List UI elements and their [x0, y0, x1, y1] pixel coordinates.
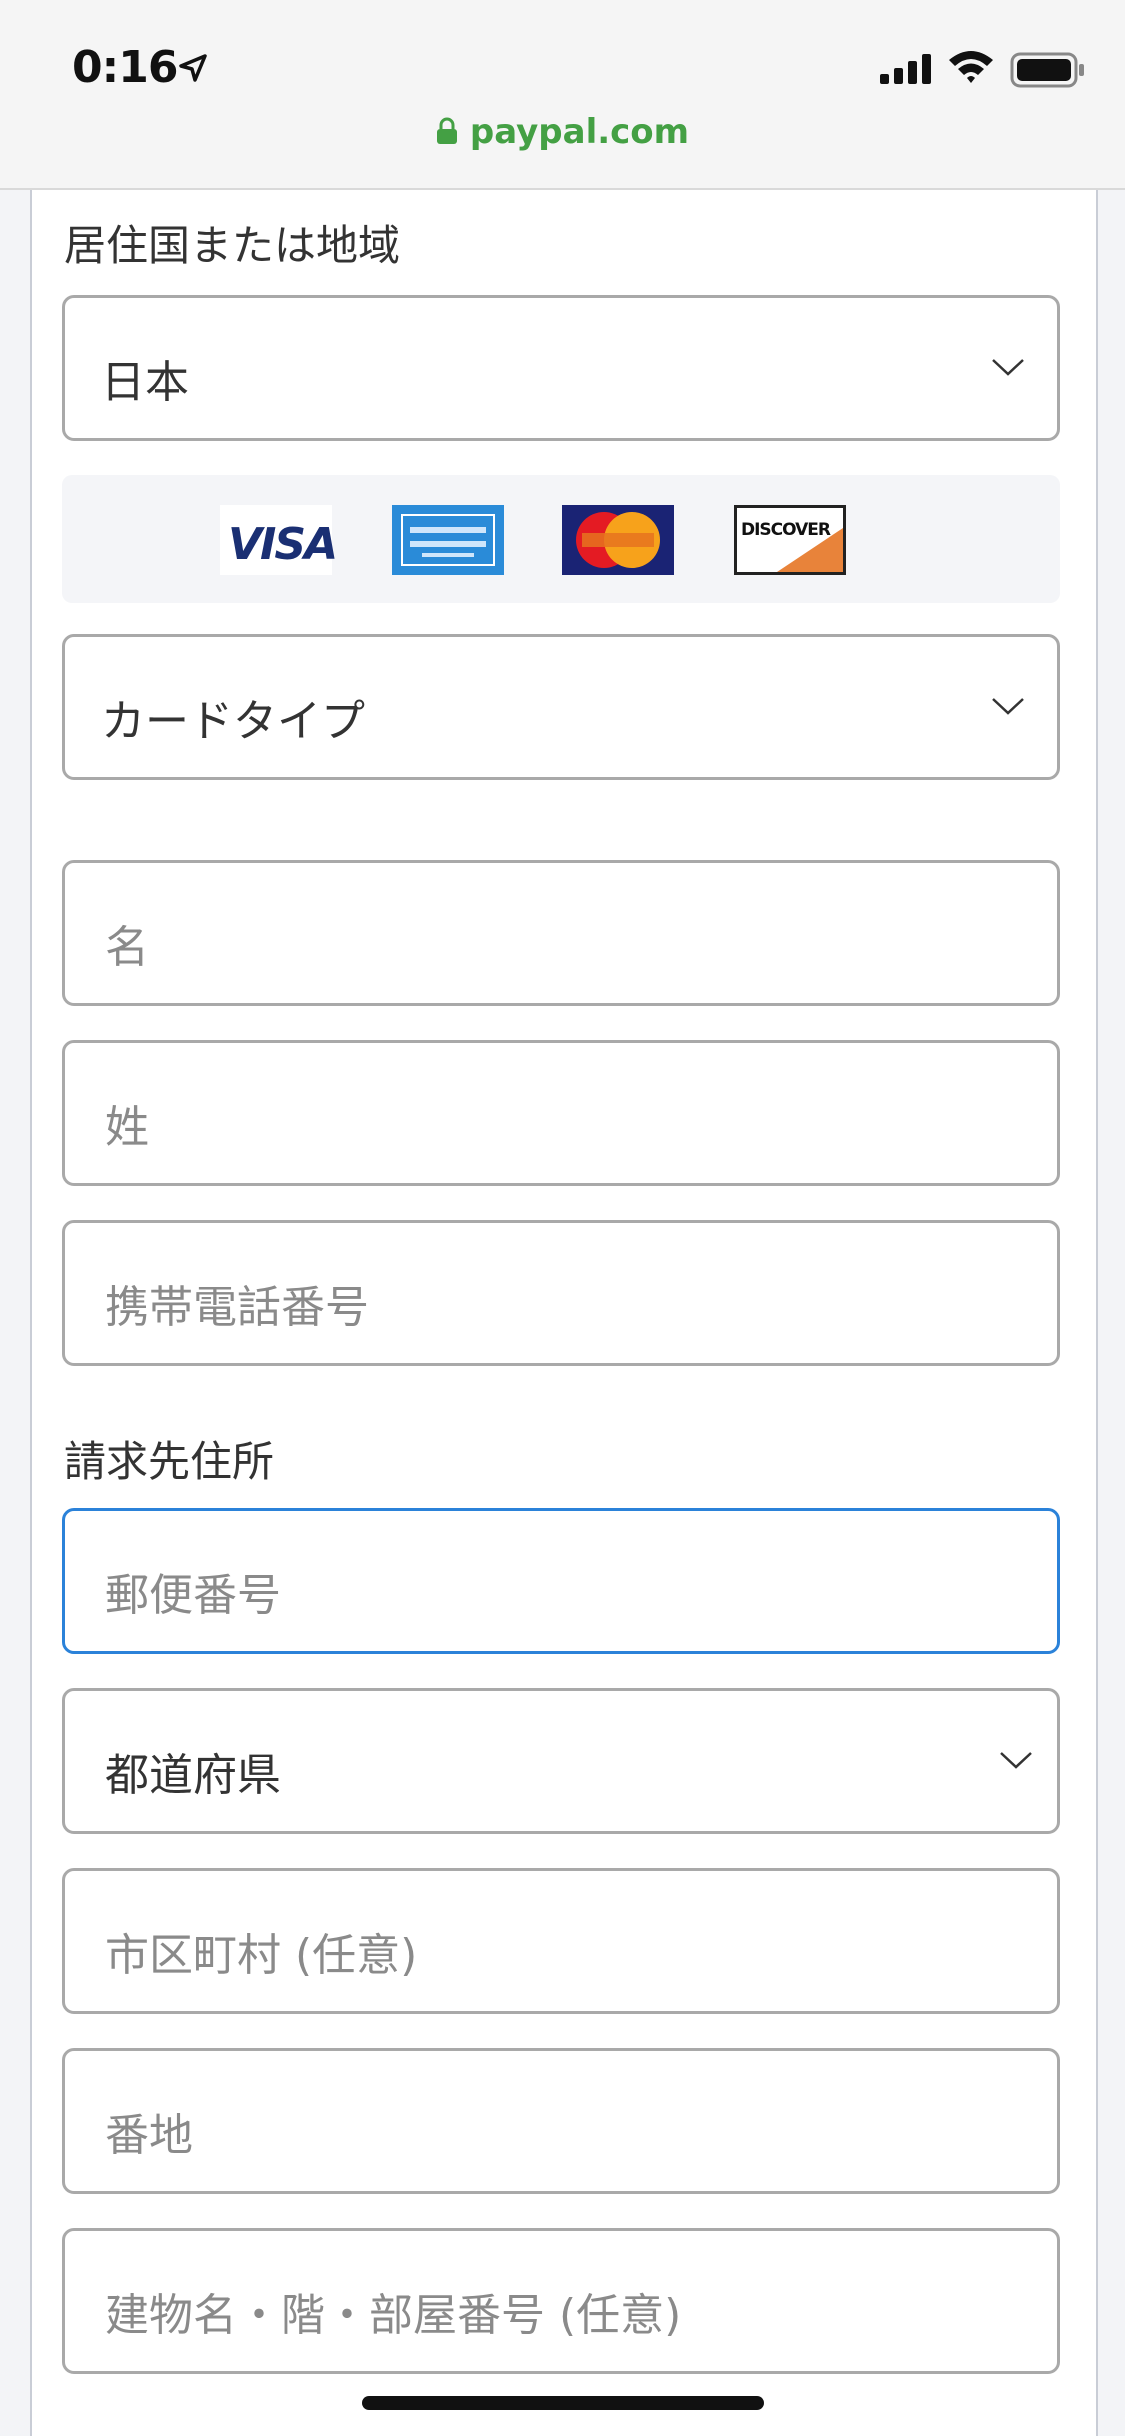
location-arrow-icon [179, 54, 207, 82]
cellular-signal-icon [880, 54, 931, 84]
mastercard-logo [562, 505, 674, 575]
wifi-icon [949, 51, 993, 83]
accepted-cards-strip: VISA DISCOVER [62, 475, 1060, 603]
visa-logo: VISA [220, 505, 338, 575]
battery-icon [1010, 52, 1084, 88]
status-bar: 0:16 paypal.com [0, 0, 1125, 190]
card-type-select[interactable]: カードタイプ [62, 634, 1060, 780]
first-name-field[interactable]: 名 [62, 860, 1060, 1006]
postal-code-field[interactable]: 郵便番号 [62, 1508, 1060, 1654]
mobile-phone-placeholder: 携帯電話番号 [105, 1282, 369, 1333]
prefecture-select[interactable]: 都道府県 [62, 1688, 1060, 1834]
building-field[interactable]: 建物名・階・部屋番号 (任意) [62, 2228, 1060, 2374]
first-name-placeholder: 名 [105, 922, 149, 973]
lock-icon [436, 117, 457, 144]
card-type-select-value: カードタイプ [101, 696, 365, 747]
street-address-field[interactable]: 番地 [62, 2048, 1060, 2194]
mobile-phone-field[interactable]: 携帯電話番号 [62, 1220, 1060, 1366]
building-placeholder: 建物名・階・部屋番号 (任意) [105, 2290, 682, 2341]
address-bar[interactable]: paypal.com [0, 112, 1125, 152]
city-placeholder: 市区町村 (任意) [105, 1930, 418, 1981]
country-label: 居住国または地域 [64, 221, 401, 270]
discover-logo: DISCOVER [734, 505, 846, 575]
billing-address-label: 請求先住所 [64, 1437, 275, 1486]
amex-logo [392, 505, 504, 575]
chevron-down-icon [992, 698, 1024, 715]
street-address-placeholder: 番地 [105, 2110, 193, 2161]
last-name-placeholder: 姓 [105, 1102, 149, 1153]
postal-code-placeholder: 郵便番号 [105, 1570, 281, 1621]
country-select[interactable]: 日本 [62, 295, 1060, 441]
country-select-value: 日本 [101, 357, 189, 408]
chevron-down-icon [1000, 1752, 1032, 1769]
clock: 0:16 [72, 42, 178, 93]
prefecture-select-value: 都道府県 [105, 1750, 281, 1801]
city-field[interactable]: 市区町村 (任意) [62, 1868, 1060, 2014]
chevron-down-icon [992, 359, 1024, 376]
home-indicator[interactable] [362, 2396, 764, 2410]
last-name-field[interactable]: 姓 [62, 1040, 1060, 1186]
url-text: paypal.com [469, 112, 690, 152]
